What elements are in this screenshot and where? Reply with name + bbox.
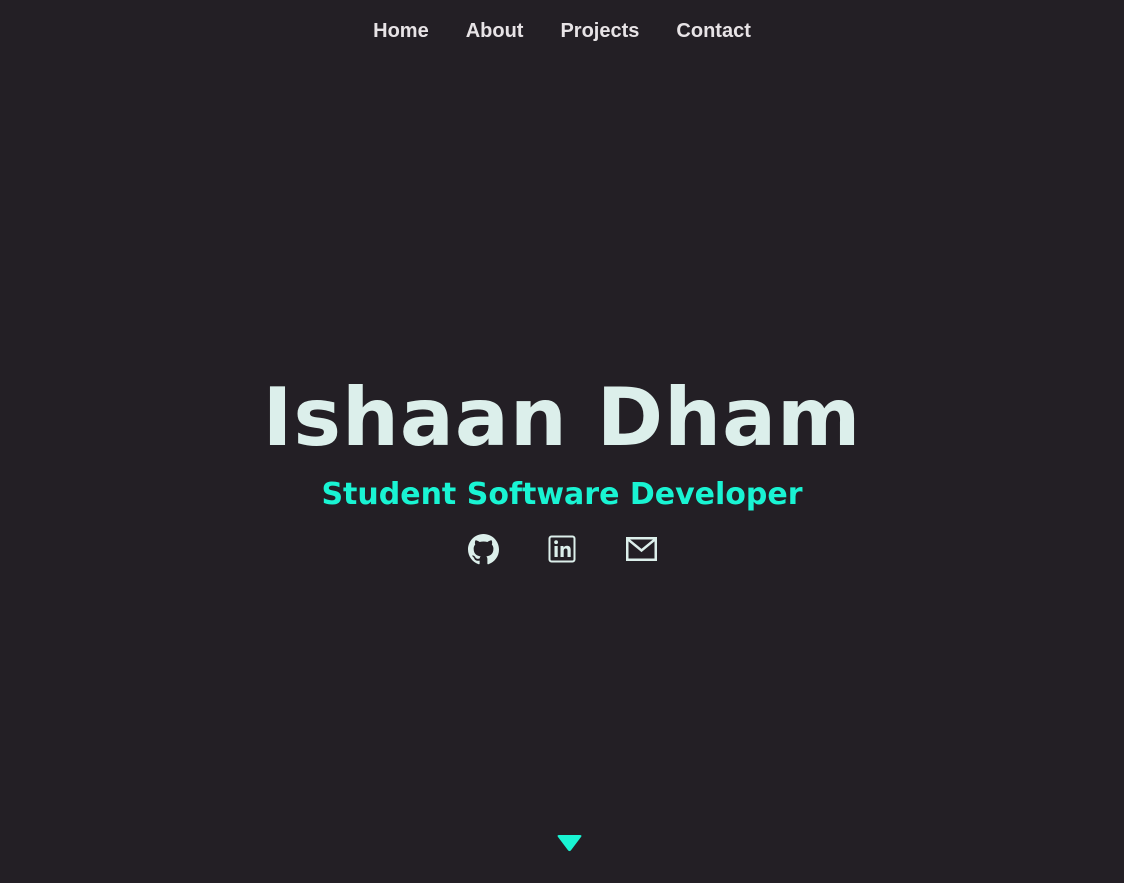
- nav-contact-link[interactable]: Contact: [658, 17, 769, 45]
- page: Home About Projects Contact Ishaan Dham …: [0, 0, 1124, 883]
- linkedin-icon: [548, 535, 576, 563]
- nav-about-link[interactable]: About: [447, 17, 542, 45]
- hero-name: Ishaan Dham: [262, 371, 862, 464]
- email-icon: [625, 537, 657, 561]
- top-nav: Home About Projects Contact: [0, 17, 1124, 45]
- nav-home-link[interactable]: Home: [355, 17, 448, 45]
- github-link[interactable]: [467, 532, 499, 566]
- hero-tagline: Student Software Developer: [321, 477, 803, 512]
- email-link[interactable]: [625, 532, 657, 566]
- social-links: [0, 532, 1124, 566]
- github-icon: [467, 533, 499, 564]
- scroll-down-button[interactable]: [556, 834, 583, 854]
- linkedin-link[interactable]: [547, 532, 578, 566]
- nav-projects-link[interactable]: Projects: [542, 17, 658, 45]
- chevron-down-icon: [557, 835, 582, 852]
